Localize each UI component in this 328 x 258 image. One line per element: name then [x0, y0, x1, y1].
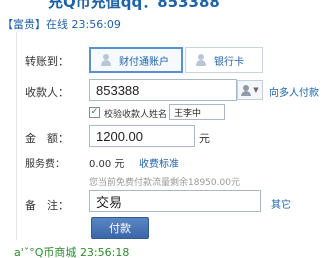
amount-input[interactable]	[89, 125, 195, 147]
payee-name-input[interactable]: 王李中	[169, 104, 225, 120]
tab-tenpay-account[interactable]: 财付通账户	[89, 47, 183, 73]
tab-bank-card[interactable]: 银行卡	[185, 47, 263, 73]
remark-label: 备 注：	[25, 199, 69, 212]
multi-payee-link[interactable]: 向多人付款	[269, 84, 319, 99]
sender-name: a'ˇ°Q币商城	[14, 246, 77, 258]
payee-input[interactable]	[89, 79, 237, 101]
verify-name-label: 校验收款人姓名	[104, 110, 168, 120]
amount-label: 金 额：	[25, 132, 69, 145]
pay-button[interactable]: 付款	[91, 217, 149, 239]
fee-label: 服务费：	[25, 159, 65, 170]
user-icon	[196, 54, 206, 66]
sender-status: 在线	[46, 18, 68, 31]
verify-name-checkbox[interactable]: ✓	[89, 107, 100, 118]
transfer-to-label: 转账到：	[25, 55, 69, 68]
user-icon	[101, 54, 111, 66]
fee-value: 0.00 元	[89, 159, 125, 170]
contact-picker-button[interactable]: ▼	[237, 80, 263, 100]
message-time: 23:56:18	[79, 246, 130, 258]
remark-input[interactable]	[89, 190, 261, 212]
contacts-icon	[241, 84, 252, 96]
transfer-form: 转账到： 财付通账户 银行卡 收款人： ▼ 向多人付款 ✓ 校验收款人姓名 王李…	[16, 32, 328, 240]
free-quota-hint: 您当前免费付款流量剩余18950.00元	[89, 178, 240, 188]
tab-tenpay-label: 财付通账户	[119, 56, 169, 68]
page-heading: 充Q币充值qq：853388	[48, 0, 220, 11]
sender-tag: 【富贵】	[2, 18, 46, 31]
other-link[interactable]: 其它	[271, 196, 291, 211]
fee-standard-link[interactable]: 收费标准	[139, 155, 179, 170]
chat-message-footer: a'ˇ°Q币商城 23:56:18	[14, 244, 129, 258]
remark-field[interactable]	[96, 193, 260, 209]
payee-field[interactable]	[96, 82, 236, 98]
chat-message-header: 【富贵】在线 23:56:09	[2, 16, 121, 32]
tab-bank-label: 银行卡	[214, 56, 244, 68]
payee-label: 收款人：	[25, 86, 69, 99]
message-time: 23:56:09	[71, 18, 121, 31]
chevron-down-icon: ▼	[253, 86, 259, 94]
amount-unit: 元	[199, 132, 210, 145]
amount-field[interactable]	[96, 128, 194, 144]
